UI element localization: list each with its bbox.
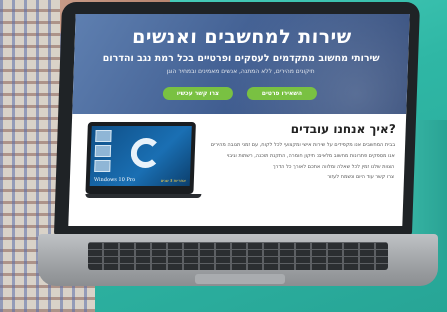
hero-tagline: תיקונים מהירים, ללא המתנה, אנשים מאמינים…: [166, 68, 315, 75]
section-title: ?איך אנחנו עובדים: [290, 122, 396, 136]
hero-title: שירות למחשבים ואנשים: [131, 26, 353, 48]
hero-banner: שירות למחשבים ואנשים שירותי מחשוב מתקדמי…: [72, 14, 410, 114]
section-paragraph: בבית המחשבים אנו מקפידים על שירות אישי ו…: [210, 142, 396, 148]
how-we-work-section: ?איך אנחנו עובדים בבית המחשבים אנו מקפיד…: [68, 114, 406, 226]
windows-logo-icon: [130, 138, 162, 168]
keyboard-rows: [88, 242, 388, 270]
video-tile: [94, 145, 112, 157]
video-tile: [94, 160, 111, 172]
section-paragraph: אנו מספקים פתרונות מחשוב מלאים: תיקון חו…: [226, 152, 395, 159]
mini-laptop-base: [85, 194, 202, 198]
section-paragraph: הצוות שלנו זמין לכל שאלה ומלווה אתכם לאו…: [272, 163, 395, 170]
os-label: Windows 10 Pro: [93, 177, 136, 183]
contact-now-button[interactable]: צרו קשר עכשיו: [162, 87, 234, 100]
video-tile: [95, 130, 112, 142]
hero-subtitle: שירותי מחשוב מתקדמים לעסקים ופרטיים בכל …: [102, 53, 380, 64]
hero-buttons: השאירו פרטים צרו קשר עכשיו: [73, 87, 407, 100]
warranty-badge: אחריות 3 שנים: [160, 178, 186, 183]
laptop-screen: שירות למחשבים ואנשים שירותי מחשוב מתקדמי…: [68, 14, 410, 226]
mini-laptop-image: Windows 10 Pro אחריות 3 שנים: [85, 122, 202, 198]
section-image: Windows 10 Pro אחריות 3 שנים: [78, 122, 202, 226]
mini-laptop-screen: Windows 10 Pro אחריות 3 שנים: [89, 126, 192, 186]
laptop-touchpad: [195, 274, 285, 284]
leave-details-button[interactable]: השאירו פרטים: [246, 87, 318, 100]
section-text: ?איך אנחנו עובדים בבית המחשבים אנו מקפיד…: [192, 122, 396, 226]
section-paragraph: צרו קשר עוד היום ונשמח לעזור: [327, 174, 395, 181]
